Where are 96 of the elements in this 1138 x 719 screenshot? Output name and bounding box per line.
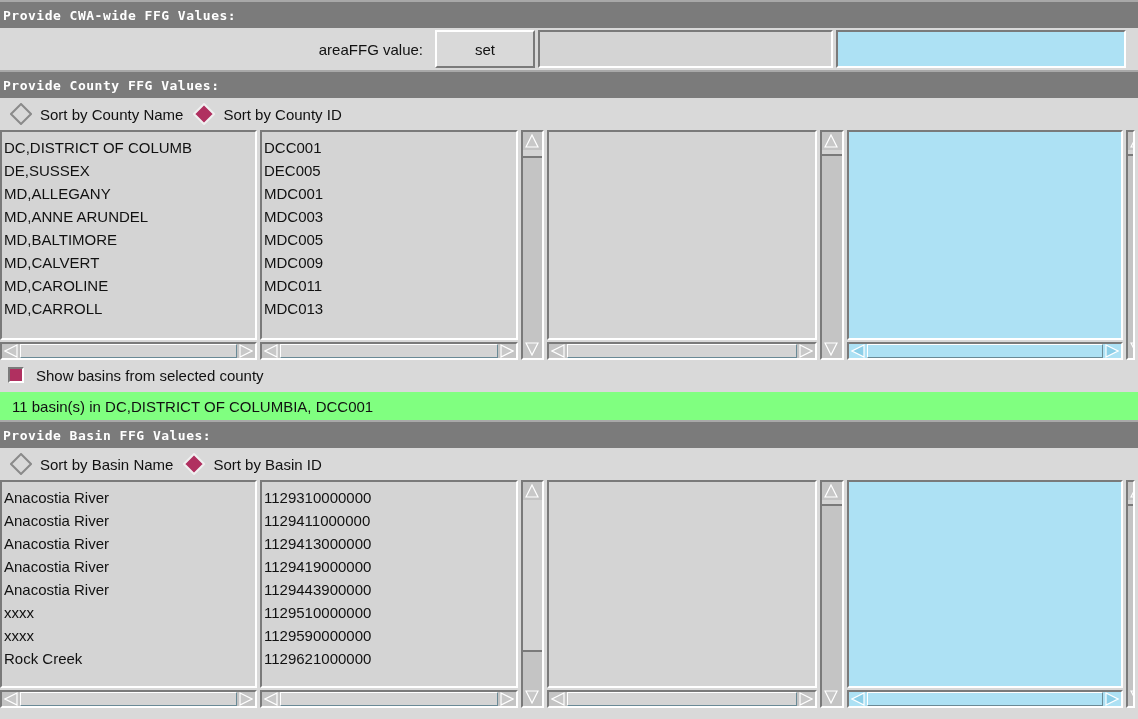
left-arrow-icon[interactable] (4, 692, 18, 706)
sort-option-label: Sort by County Name (40, 105, 184, 123)
up-arrow-icon[interactable] (525, 484, 539, 498)
right-arrow-icon[interactable] (799, 344, 813, 358)
horizontal-scrollbar[interactable] (0, 690, 257, 708)
list-item[interactable]: DC,DISTRICT OF COLUMB (4, 136, 253, 159)
left-arrow-icon[interactable] (264, 692, 278, 706)
left-arrow-icon[interactable] (551, 692, 565, 706)
list-item[interactable]: Anacostia River (4, 532, 253, 555)
horizontal-scrollbar[interactable] (847, 690, 1123, 708)
right-arrow-icon[interactable] (1105, 344, 1119, 358)
vertical-scrollbar[interactable] (820, 480, 844, 708)
list-item[interactable]: Anacostia River (4, 509, 253, 532)
list-item[interactable]: DE,SUSSEX (4, 159, 253, 182)
sort-option-label: Sort by County ID (223, 105, 342, 123)
vertical-scrollbar[interactable] (521, 130, 544, 360)
list-item[interactable]: MDC005 (264, 228, 514, 251)
list-item[interactable]: DEC005 (264, 159, 514, 182)
list-item[interactable]: 1129411000000 (264, 509, 514, 532)
horizontal-scrollbar[interactable] (547, 342, 817, 360)
list-item[interactable]: MD,CARROLL (4, 297, 253, 320)
right-arrow-icon[interactable] (239, 692, 253, 706)
list-item[interactable]: MD,CALVERT (4, 251, 253, 274)
sort-option-label: Sort by Basin ID (213, 455, 322, 473)
down-arrow-icon[interactable] (525, 690, 539, 704)
radio-icon[interactable] (10, 103, 32, 125)
left-arrow-icon[interactable] (851, 344, 865, 358)
list-item[interactable]: xxxx (4, 624, 253, 647)
set-button[interactable]: set (435, 30, 535, 68)
list-item[interactable]: MD,ALLEGANY (4, 182, 253, 205)
list-item[interactable]: MDC009 (264, 251, 514, 274)
list-item[interactable]: Anacostia River (4, 578, 253, 601)
list-item[interactable]: MD,ANNE ARUNDEL (4, 205, 253, 228)
radio-icon[interactable] (10, 453, 32, 475)
list-item[interactable]: 1129621000000 (264, 647, 514, 670)
list-item[interactable]: 1129419000000 (264, 555, 514, 578)
vertical-scrollbar[interactable] (521, 480, 544, 708)
sort-option[interactable]: Sort by Basin Name (6, 449, 178, 479)
up-arrow-icon[interactable] (525, 134, 539, 148)
scroll-thumb[interactable] (1128, 150, 1133, 156)
up-arrow-icon[interactable] (824, 484, 838, 498)
right-arrow-icon[interactable] (500, 344, 514, 358)
horizontal-scrollbar[interactable] (260, 342, 518, 360)
checkbox[interactable] (8, 367, 24, 383)
sort-option[interactable]: Sort by County ID (189, 99, 346, 129)
sort-option-label: Sort by Basin Name (40, 455, 174, 473)
list-item[interactable]: MDC011 (264, 274, 514, 297)
sort-option[interactable]: Sort by County Name (6, 99, 188, 129)
list-item[interactable]: MD,CAROLINE (4, 274, 253, 297)
value-field[interactable] (538, 30, 833, 68)
vertical-scrollbar[interactable] (820, 130, 844, 360)
list-item[interactable]: DCC001 (264, 136, 514, 159)
down-arrow-icon[interactable] (824, 690, 838, 704)
right-arrow-icon[interactable] (239, 344, 253, 358)
scroll-thumb[interactable] (523, 150, 542, 158)
section-header: Provide County FFG Values: (0, 70, 1138, 98)
up-arrow-icon[interactable] (824, 134, 838, 148)
list-item[interactable]: Anacostia River (4, 486, 253, 509)
sort-option[interactable]: Sort by Basin ID (179, 449, 326, 479)
scroll-thumb[interactable] (523, 500, 542, 652)
list-item[interactable]: MDC001 (264, 182, 514, 205)
section-header: Provide Basin FFG Values: (0, 420, 1138, 448)
left-arrow-icon[interactable] (264, 344, 278, 358)
list-item[interactable]: MD,BALTIMORE (4, 228, 253, 251)
left-arrow-icon[interactable] (851, 692, 865, 706)
list-item[interactable]: 1129310000000 (264, 486, 514, 509)
list-item[interactable]: 1129510000000 (264, 601, 514, 624)
status-bar: 11 basin(s) in DC,DISTRICT OF COLUMBIA, DCC001 (0, 392, 1138, 420)
vertical-scrollbar[interactable] (1126, 130, 1135, 360)
scroll-thumb[interactable] (822, 150, 842, 156)
left-arrow-icon[interactable] (4, 344, 18, 358)
area-ffg-label: areaFFG value: (317, 40, 424, 58)
horizontal-scrollbar[interactable] (847, 342, 1123, 360)
list-item[interactable]: Anacostia River (4, 555, 253, 578)
down-arrow-icon[interactable] (824, 342, 838, 356)
scroll-thumb[interactable] (1128, 500, 1133, 506)
right-arrow-icon[interactable] (799, 692, 813, 706)
horizontal-scrollbar[interactable] (260, 690, 518, 708)
right-arrow-icon[interactable] (500, 692, 514, 706)
list-item[interactable]: 1129590000000 (264, 624, 514, 647)
list-item[interactable]: MDC003 (264, 205, 514, 228)
right-arrow-icon[interactable] (1105, 692, 1119, 706)
vertical-scrollbar[interactable] (1126, 480, 1135, 708)
left-arrow-icon[interactable] (551, 344, 565, 358)
list-item[interactable]: MDC013 (264, 297, 514, 320)
value-field[interactable] (836, 30, 1126, 68)
section-header: Provide CWA-wide FFG Values: (0, 0, 1138, 28)
list-item[interactable]: xxxx (4, 601, 253, 624)
list-item[interactable]: 1129443900000 (264, 578, 514, 601)
horizontal-scrollbar[interactable] (0, 342, 257, 360)
horizontal-scrollbar[interactable] (547, 690, 817, 708)
checkbox-label: Show basins from selected county (36, 366, 264, 384)
list-item[interactable]: Rock Creek (4, 647, 253, 670)
scroll-thumb[interactable] (822, 500, 842, 506)
list-item[interactable]: 1129413000000 (264, 532, 514, 555)
down-arrow-icon[interactable] (525, 342, 539, 356)
